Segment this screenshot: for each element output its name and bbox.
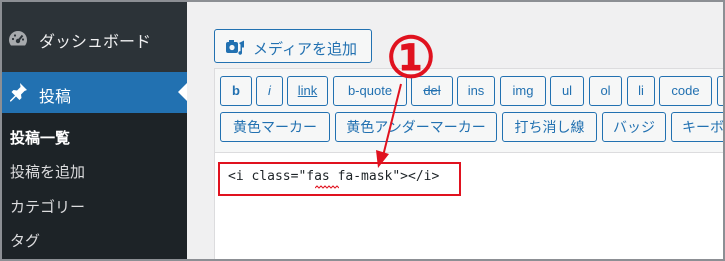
quicktag-yellow-marker-button[interactable]: 黄色マーカー <box>220 112 330 142</box>
quicktag-ul-button[interactable]: ul <box>550 76 584 106</box>
quicktag-bold-button[interactable]: b <box>220 76 252 106</box>
code-highlight-box <box>218 162 461 196</box>
quicktag-more-button-partial[interactable] <box>717 76 723 106</box>
add-media-label: メディアを追加 <box>253 41 357 58</box>
quicktag-yellow-under-marker-button[interactable]: 黄色アンダーマーカー <box>335 112 497 142</box>
quicktag-italic-button[interactable]: i <box>256 76 283 106</box>
submenu-item-all-posts[interactable]: 投稿一覧 <box>10 127 70 148</box>
pushpin-icon <box>10 83 27 102</box>
annotation-arrow <box>376 83 402 168</box>
menu-label-posts: 投稿 <box>39 89 72 106</box>
submenu-item-add-post[interactable]: 投稿を追加 <box>10 161 85 182</box>
quicktag-ins-button[interactable]: ins <box>457 76 495 106</box>
quicktag-link-button[interactable]: link <box>287 76 328 106</box>
admin-sidebar: ダッシュボード 投稿 投稿一覧 投稿を追加 カテゴリー タグ <box>2 2 187 259</box>
active-menu-notch <box>178 83 187 101</box>
quicktag-ol-button[interactable]: ol <box>589 76 622 106</box>
step-number: ① <box>385 25 437 91</box>
posts-submenu: 投稿一覧 投稿を追加 カテゴリー タグ <box>2 113 187 259</box>
menu-item-posts[interactable]: 投稿 <box>2 72 187 113</box>
quicktag-badge-button[interactable]: バッジ <box>602 112 666 142</box>
submenu-item-categories[interactable]: カテゴリー <box>10 196 85 217</box>
quicktag-li-button[interactable]: li <box>627 76 655 106</box>
quicktag-code-button[interactable]: code <box>659 76 712 106</box>
step-number-marker: ① <box>380 28 442 90</box>
add-media-button[interactable]: メディアを追加 <box>214 29 372 63</box>
media-camera-icon <box>226 40 244 55</box>
menu-item-dashboard[interactable]: ダッシュボード <box>2 16 187 60</box>
submenu-item-tags[interactable]: タグ <box>10 230 40 251</box>
quicktag-img-button[interactable]: img <box>500 76 546 106</box>
menu-label-dashboard: ダッシュボード <box>39 34 152 51</box>
dashboard-gauge-icon <box>9 31 27 46</box>
quicktag-keyboard-button[interactable]: キーボ <box>671 112 723 142</box>
screenshot-frame: ダッシュボード 投稿 投稿一覧 投稿を追加 カテゴリー タグ メディアを追加 b… <box>0 0 725 261</box>
quicktag-strikethrough-button[interactable]: 打ち消し線 <box>502 112 597 142</box>
